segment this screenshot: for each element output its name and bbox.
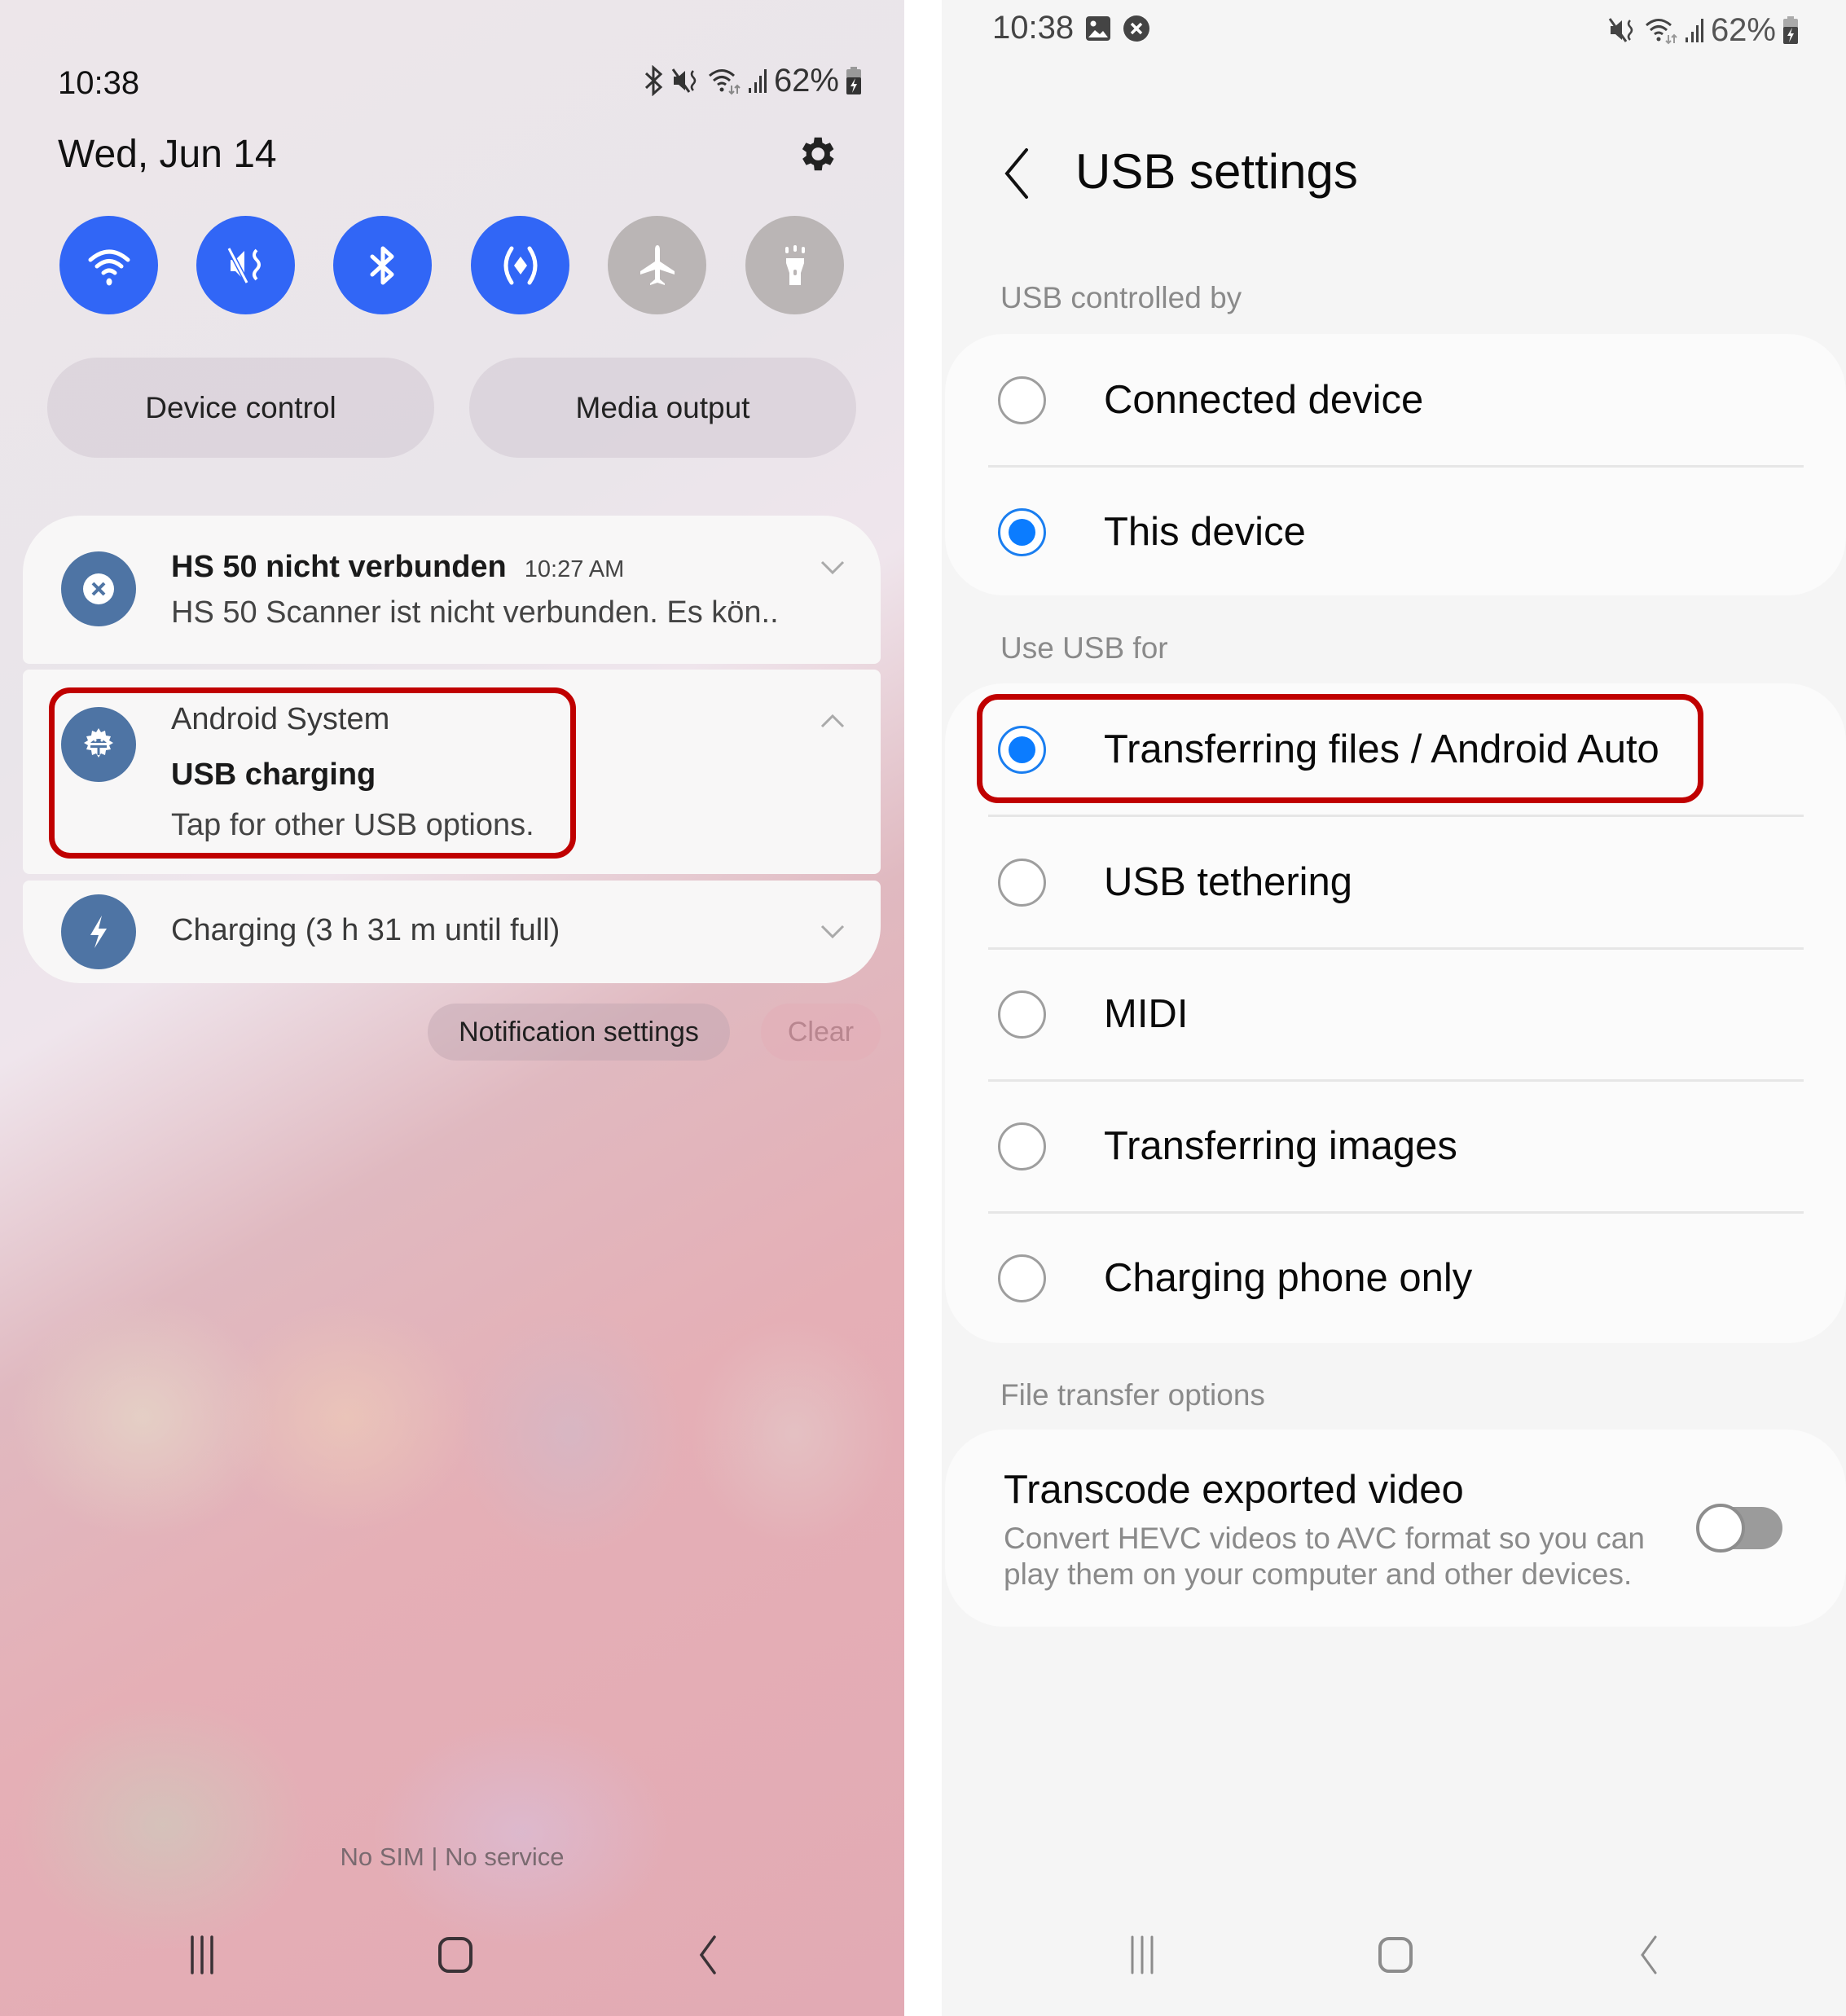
status-time: 10:38	[992, 10, 1075, 46]
lightning-icon	[90, 916, 107, 948]
option-this-device[interactable]: This device	[945, 466, 1846, 598]
close-circle-icon	[1123, 15, 1150, 42]
wifi-toggle[interactable]	[59, 216, 158, 314]
radio-button[interactable]	[998, 376, 1046, 424]
signal-icon	[748, 69, 767, 93]
sound-mode-toggle[interactable]	[196, 216, 295, 314]
status-icons: 62%	[1608, 11, 1799, 49]
nav-back-button[interactable]	[1624, 1930, 1673, 1992]
option-label: Connected device	[1104, 378, 1424, 422]
notification-shade: 10:38 62% Wed, Jun 14 Device control Med…	[0, 0, 904, 2016]
option-midi[interactable]: MIDI	[945, 948, 1846, 1080]
option-charging-phone-only[interactable]: Charging phone only	[945, 1212, 1846, 1344]
mute-vibrate-icon	[226, 247, 261, 283]
bluetooth-toggle[interactable]	[333, 216, 432, 314]
signal-icon	[1685, 19, 1703, 42]
chevron-down-icon[interactable]	[820, 925, 845, 939]
notification-time: 10:27 AM	[524, 556, 625, 582]
home-icon	[438, 1937, 472, 1973]
battery-charging-icon	[846, 67, 861, 94]
notification-app-icon	[61, 551, 136, 626]
device-control-button[interactable]: Device control	[47, 358, 434, 458]
page-title: USB settings	[1075, 144, 1358, 199]
flashlight-icon	[785, 244, 805, 285]
airplane-mode-toggle[interactable]	[608, 216, 706, 314]
carrier-status: No SIM | No service	[340, 1843, 565, 1871]
option-usb-tethering[interactable]: USB tethering	[945, 816, 1846, 948]
highlight-box	[49, 687, 576, 859]
notification-app-icon	[61, 894, 136, 969]
controlled-by-card: Connected device This device	[945, 334, 1846, 595]
nav-home-button[interactable]	[431, 1930, 480, 1992]
nav-back-button[interactable]	[683, 1930, 732, 1992]
file-transfer-card[interactable]: Transcode exported video Convert HEVC vi…	[945, 1430, 1846, 1627]
gear-icon[interactable]	[794, 132, 838, 176]
option-label: Charging phone only	[1104, 1256, 1473, 1300]
radio-button-selected[interactable]	[998, 507, 1046, 556]
back-button[interactable]	[1000, 147, 1033, 200]
radio-button[interactable]	[998, 858, 1046, 907]
bluetooth-icon	[370, 246, 393, 284]
flashlight-toggle[interactable]	[745, 216, 844, 314]
option-label: Transferring images	[1104, 1124, 1457, 1168]
switch-knob	[1696, 1504, 1745, 1553]
notification-body: HS 50 Scanner ist nicht verbunden. Es kö…	[171, 595, 779, 630]
highlight-box	[977, 694, 1703, 803]
transcode-description: Convert HEVC videos to AVC format so you…	[1004, 1522, 1645, 1591]
notification-title: HS 50 nicht verbunden	[171, 550, 507, 584]
mute-vibrate-icon	[671, 68, 697, 93]
status-left: 10:38	[992, 10, 1150, 46]
section-label-controlled-by: USB controlled by	[1000, 281, 1242, 314]
option-transferring-images[interactable]: Transferring images	[945, 1080, 1846, 1212]
clear-button[interactable]: Clear	[761, 1004, 881, 1061]
option-label: MIDI	[1104, 992, 1189, 1036]
back-icon	[699, 1935, 716, 1974]
nav-home-button[interactable]	[1371, 1930, 1420, 1992]
notification-charging[interactable]: Charging (3 h 31 m until full)	[23, 881, 881, 983]
rotate-icon	[503, 246, 537, 284]
notification-title: Charging (3 h 31 m until full)	[171, 913, 560, 947]
radio-button[interactable]	[998, 1254, 1046, 1302]
back-icon	[1641, 1935, 1657, 1974]
image-icon	[1086, 15, 1111, 41]
airplane-icon	[640, 244, 675, 285]
notification-settings-button[interactable]: Notification settings	[428, 1004, 730, 1061]
section-label-file-transfer: File transfer options	[1000, 1378, 1265, 1412]
notification-hs50[interactable]: HS 50 nicht verbunden 10:27 AM HS 50 Scan…	[23, 516, 881, 664]
section-label-use-usb-for: Use USB for	[1000, 631, 1168, 665]
status-icons: 62%	[644, 62, 862, 99]
media-output-button[interactable]: Media output	[469, 358, 856, 458]
radio-button[interactable]	[998, 990, 1046, 1039]
recents-icon	[191, 1935, 213, 1974]
wifi-icon	[1645, 19, 1677, 45]
close-icon	[83, 573, 114, 604]
recents-icon	[1131, 1935, 1154, 1974]
battery-percent: 62%	[773, 62, 839, 99]
mute-vibrate-icon	[1608, 18, 1633, 42]
battery-percent: 62%	[1710, 11, 1776, 48]
chevron-down-icon[interactable]	[820, 560, 845, 575]
auto-rotate-toggle[interactable]	[471, 216, 569, 314]
transcode-switch[interactable]	[1696, 1504, 1784, 1553]
radio-button[interactable]	[998, 1122, 1046, 1171]
option-label: USB tethering	[1104, 860, 1353, 904]
bluetooth-icon	[644, 65, 663, 96]
nav-recents-button[interactable]	[178, 1930, 226, 1992]
date: Wed, Jun 14	[58, 133, 277, 176]
wifi-icon	[88, 249, 130, 285]
usb-settings-screen: 10:38 62% USB settings USB controlled by…	[942, 0, 1846, 2016]
status-time: 10:38	[58, 65, 140, 101]
transcode-title: Transcode exported video	[1004, 1468, 1464, 1512]
battery-charging-icon	[1783, 16, 1798, 44]
wifi-icon	[708, 69, 741, 95]
chevron-up-icon[interactable]	[820, 714, 845, 728]
nav-recents-button[interactable]	[1118, 1930, 1167, 1992]
option-label: This device	[1104, 510, 1306, 554]
home-icon	[1378, 1937, 1413, 1973]
option-connected-device[interactable]: Connected device	[945, 334, 1846, 466]
